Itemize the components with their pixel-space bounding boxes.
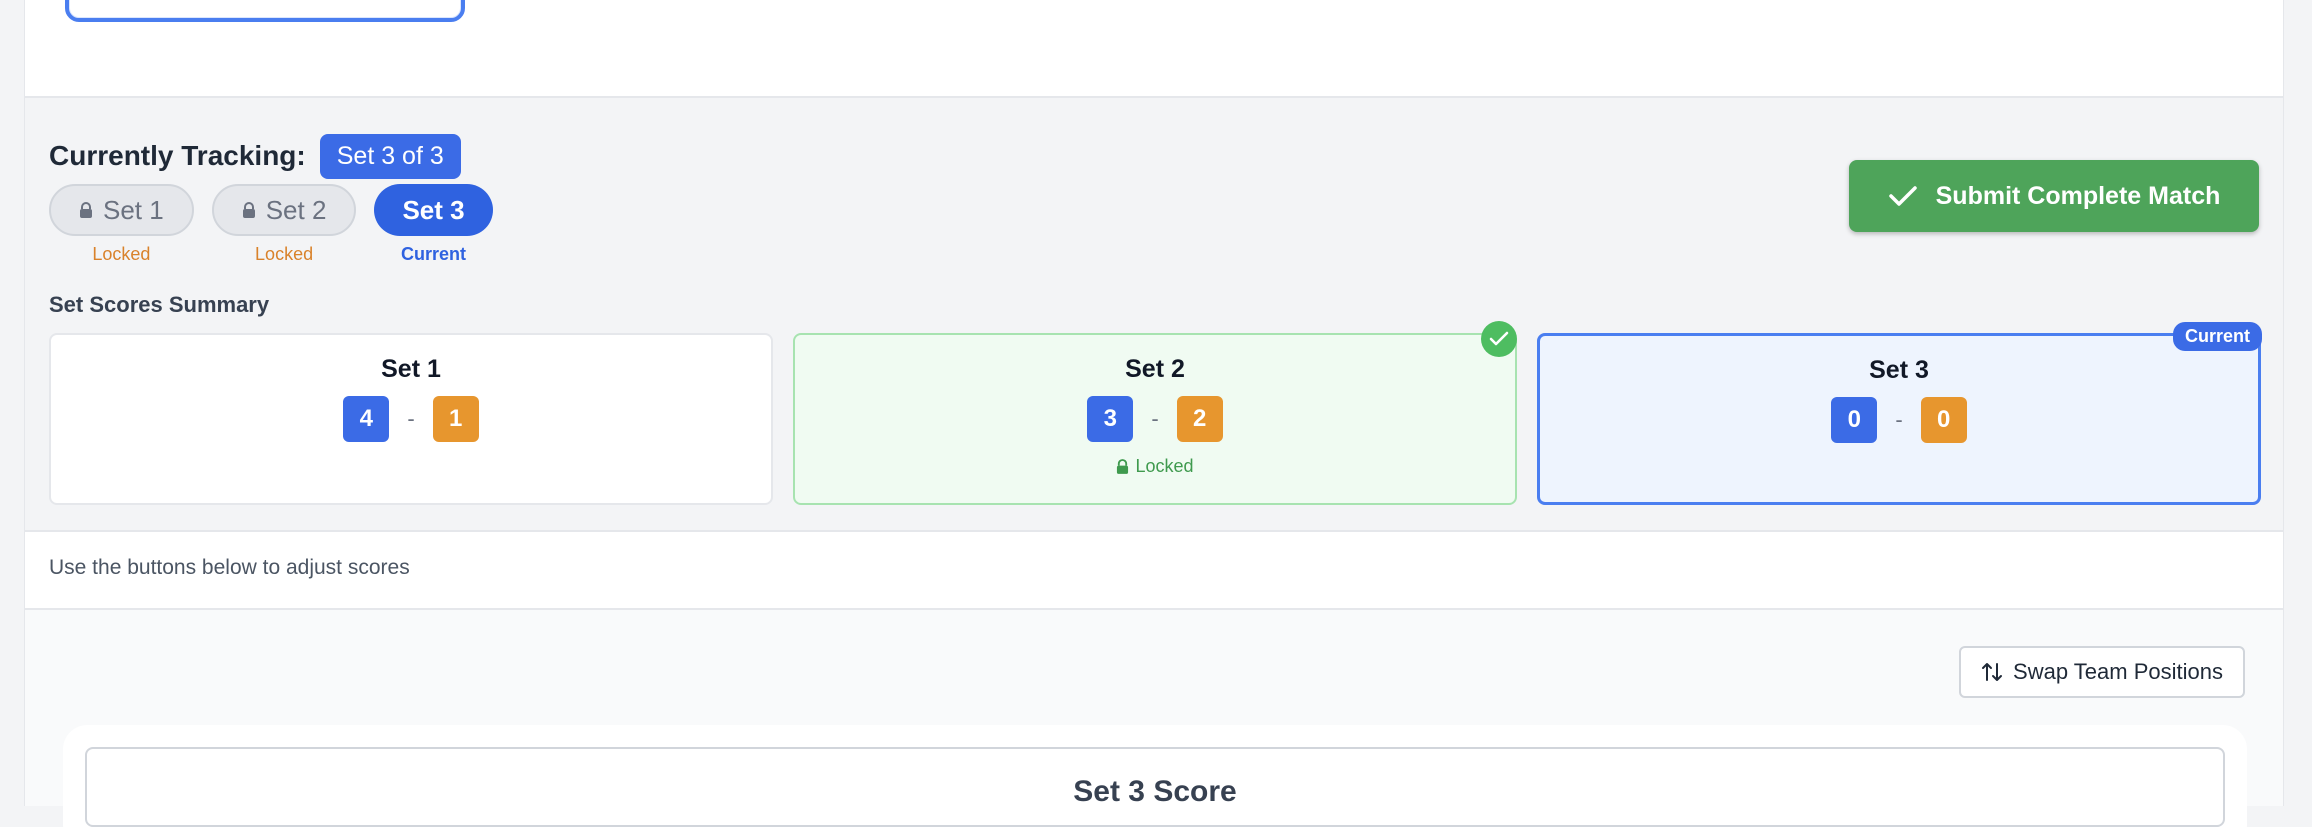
current-set-badge: Set 3 of 3 bbox=[319, 133, 461, 179]
set-2-button[interactable]: Set 2 bbox=[211, 184, 357, 236]
set-1-score-row: 4 - 1 bbox=[343, 396, 479, 442]
swap-label: Swap Team Positions bbox=[2013, 659, 2223, 684]
away-score: 0 bbox=[1920, 397, 1967, 443]
tracking-header: Currently Tracking: Set 3 of 3 bbox=[49, 132, 461, 180]
submit-match-button[interactable]: Submit Complete Match bbox=[1849, 160, 2259, 232]
lock-icon bbox=[242, 202, 255, 218]
set-selector: Set 1 Locked Set 2 Locked Set 3 Current bbox=[49, 184, 493, 265]
set-2-card-title: Set 2 bbox=[1125, 355, 1185, 383]
set-3-score-row: 0 - 0 bbox=[1831, 397, 1967, 443]
swap-teams-button[interactable]: Swap Team Positions bbox=[1959, 646, 2245, 698]
home-score: 4 bbox=[343, 396, 390, 442]
score-hint: Use the buttons below to adjust scores bbox=[49, 556, 410, 579]
score-separator: - bbox=[407, 406, 415, 431]
set-3-button[interactable]: Set 3 bbox=[374, 184, 493, 236]
set-3-state: Current bbox=[401, 244, 467, 264]
home-score: 3 bbox=[1087, 396, 1134, 442]
set-pill-3: Set 3 Current bbox=[374, 184, 493, 265]
score-separator: - bbox=[1895, 407, 1903, 432]
set-pill-1: Set 1 Locked bbox=[49, 184, 194, 265]
lock-icon bbox=[1117, 459, 1129, 474]
set-2-label: Set 2 bbox=[265, 194, 327, 225]
score-separator: - bbox=[1151, 406, 1159, 431]
check-icon bbox=[1888, 186, 1917, 206]
set-score-cards: Set 1 4 - 1 Set 2 3 - 2 Locked Current S… bbox=[49, 321, 2262, 505]
text-input-partial[interactable] bbox=[65, 0, 465, 22]
set-1-label: Set 1 bbox=[103, 194, 164, 225]
current-tag: Current bbox=[2172, 322, 2262, 351]
score-panel-title: Set 3 Score bbox=[1073, 775, 1237, 808]
set-3-card: Current Set 3 0 - 0 bbox=[1537, 322, 2262, 505]
score-controls-section: Swap Team Positions Set 3 Score bbox=[25, 610, 2283, 827]
summary-heading: Set Scores Summary bbox=[49, 292, 270, 317]
set-2-score-row: 3 - 2 bbox=[1087, 396, 1223, 442]
away-score: 1 bbox=[432, 396, 479, 442]
away-score: 2 bbox=[1176, 396, 1223, 442]
set-1-card: Set 1 4 - 1 bbox=[49, 333, 773, 505]
set-1-state: Locked bbox=[92, 244, 151, 264]
set-1-button[interactable]: Set 1 bbox=[49, 184, 194, 236]
set-2-card: Set 2 3 - 2 Locked bbox=[793, 321, 1517, 505]
set-pill-2: Set 2 Locked bbox=[211, 184, 357, 265]
swap-arrows-icon bbox=[1982, 663, 2003, 681]
tracking-label: Currently Tracking: bbox=[49, 140, 306, 171]
set-score-panel: Set 3 Score bbox=[85, 747, 2225, 827]
home-score: 0 bbox=[1831, 397, 1878, 443]
completed-check-icon bbox=[1481, 321, 1517, 357]
main-frame: Currently Tracking: Set 3 of 3 Set 1 Loc… bbox=[24, 0, 2284, 827]
set-2-state: Locked bbox=[255, 244, 314, 264]
submit-label: Submit Complete Match bbox=[1935, 181, 2221, 210]
set-3-card-title: Set 3 bbox=[1869, 356, 1929, 384]
tracking-section: Currently Tracking: Set 3 of 3 Set 1 Loc… bbox=[25, 96, 2283, 532]
lock-icon bbox=[80, 202, 92, 218]
set-3-label: Set 3 bbox=[402, 194, 465, 225]
set-1-card-title: Set 1 bbox=[381, 355, 441, 383]
locked-label: Locked bbox=[1135, 456, 1194, 476]
set-2-locked-status: Locked bbox=[1116, 456, 1194, 477]
